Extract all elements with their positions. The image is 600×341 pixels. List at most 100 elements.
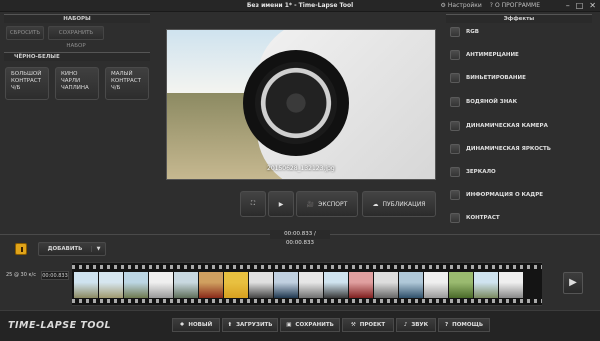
window-controls: – □ ✕ [566, 1, 596, 10]
effect-item[interactable]: ВОДЯНОЙ ЗНАК [450, 96, 580, 108]
frame-thumb[interactable] [399, 272, 423, 298]
scroll-right-button[interactable]: ▶ [563, 272, 583, 294]
about-label: О ПРОГРАММЕ [494, 2, 540, 9]
minimize-icon[interactable]: – [566, 1, 570, 10]
effect-item[interactable]: ДИНАМИЧЕСКАЯ КАМЕРА [450, 120, 580, 132]
frame-thumb[interactable] [499, 272, 523, 298]
sparkle-icon: ✹ [179, 322, 185, 328]
effect-checkbox[interactable] [450, 167, 460, 177]
about-link[interactable]: ? О ПРОГРАММЕ [490, 2, 540, 9]
effect-checkbox[interactable] [450, 213, 460, 223]
add-button[interactable]: ДОБАВИТЬ ▼ [38, 242, 106, 256]
presets-title: НАБОРЫ [4, 14, 150, 23]
effect-checkbox[interactable] [450, 73, 460, 83]
help-label: ПОМОЩЬ [452, 322, 484, 328]
load-label: ЗАГРУЗИТЬ [236, 322, 273, 328]
frame-thumb[interactable] [224, 272, 248, 298]
frame-thumb[interactable] [149, 272, 173, 298]
bw-title: ЧЁРНО-БЕЛЫЕ [4, 52, 150, 61]
play-button[interactable]: ▶ [268, 191, 294, 217]
frame-thumb[interactable] [249, 272, 273, 298]
fps-label: 25 @ 30 к/с [6, 272, 36, 278]
film-holes-top [72, 265, 542, 269]
frame-thumb[interactable] [324, 272, 348, 298]
frame-thumb[interactable] [74, 272, 98, 298]
bw-chaplin-button[interactable]: КИНО ЧАРЛИ ЧАПЛИНА [55, 67, 99, 100]
sound-label: ЗВУК [411, 322, 429, 328]
effect-item[interactable]: ЗЕРКАЛО [450, 166, 580, 178]
effects-title: Эффекты [446, 14, 592, 23]
frame-thumb[interactable] [274, 272, 298, 298]
disk-icon: ▣ [286, 322, 292, 328]
reset-button[interactable]: СБРОСИТЬ [6, 26, 44, 40]
effect-item[interactable]: КОНТРАСТ [450, 212, 580, 224]
frame-thumb[interactable] [424, 272, 448, 298]
add-label: ДОБАВИТЬ [47, 246, 83, 252]
export-button[interactable]: 🎥 ЭКСПОРТ [296, 191, 358, 217]
load-button[interactable]: ⬆ ЗАГРУЗИТЬ [222, 318, 278, 332]
camera-icon: 🎥 [306, 200, 315, 208]
frame-thumb[interactable] [299, 272, 323, 298]
frame-thumb[interactable] [449, 272, 473, 298]
effect-checkbox[interactable] [450, 27, 460, 37]
effect-label: КОНТРАСТ [466, 215, 500, 221]
effect-checkbox[interactable] [450, 190, 460, 200]
title-actions: ⚙ Настройки ? О ПРОГРАММЕ [441, 2, 540, 9]
upload-icon: ⬆ [227, 322, 233, 328]
chevron-down-icon[interactable]: ▼ [91, 246, 105, 252]
sound-button[interactable]: ♪ ЗВУК [396, 318, 436, 332]
settings-link[interactable]: ⚙ Настройки [441, 2, 482, 9]
frame-thumb[interactable] [349, 272, 373, 298]
preview-caption: 20150628_132123.jpg [267, 165, 335, 172]
wrench-icon: ⚒ [350, 322, 356, 328]
marker-icon [21, 247, 23, 252]
fullscreen-button[interactable]: ⛶ [240, 191, 266, 217]
frame-thumb[interactable] [474, 272, 498, 298]
maximize-icon[interactable]: □ [576, 1, 584, 10]
effect-label: RGB [466, 29, 479, 35]
frame-thumb[interactable] [174, 272, 198, 298]
marker-button[interactable] [15, 243, 27, 255]
time-display: 00:00.833 / 00:00.833 [270, 230, 330, 246]
frame-thumb[interactable] [99, 272, 123, 298]
app-logo: TIME-LAPSE TOOL [8, 320, 112, 331]
help-button[interactable]: ? ПОМОЩЬ [438, 318, 490, 332]
effect-checkbox[interactable] [450, 144, 460, 154]
fullscreen-icon: ⛶ [250, 200, 256, 207]
effect-item[interactable]: АНТИМЕРЦАНИЕ [450, 49, 580, 61]
new-button[interactable]: ✹ НОВЫЙ [172, 318, 220, 332]
effect-item[interactable]: ДИНАМИЧЕСКАЯ ЯРКОСТЬ [450, 143, 580, 155]
preview-image: 20150628_132123.jpg [166, 29, 436, 180]
publish-label: ПУБЛИКАЦИЯ [382, 200, 426, 208]
close-icon[interactable]: ✕ [589, 1, 596, 10]
duration-field[interactable]: 00:00.833 [41, 271, 69, 280]
frame-thumb[interactable] [124, 272, 148, 298]
help-icon: ? [444, 322, 449, 328]
bw-low-contrast-button[interactable]: МАЛЫЙ КОНТРАСТ Ч/Б [105, 67, 149, 100]
frames [74, 272, 523, 298]
info-icon: ? [489, 2, 493, 9]
effect-label: ДИНАМИЧЕСКАЯ КАМЕРА [466, 123, 548, 129]
project-button[interactable]: ⚒ ПРОЕКТ [342, 318, 394, 332]
effect-label: ДИНАМИЧЕСКАЯ ЯРКОСТЬ [466, 146, 551, 152]
effect-checkbox[interactable] [450, 50, 460, 60]
film-holes-bottom [72, 299, 542, 303]
save-label: СОХРАНИТЬ [295, 322, 334, 328]
title-bar: Без имени 1* - Time-Lapse Tool ⚙ Настройк… [0, 0, 600, 12]
filmstrip[interactable] [72, 262, 542, 306]
effect-checkbox[interactable] [450, 121, 460, 131]
preview-rim [255, 62, 337, 144]
frame-thumb[interactable] [374, 272, 398, 298]
gear-icon: ⚙ [440, 2, 446, 9]
effect-checkbox[interactable] [450, 97, 460, 107]
frame-thumb[interactable] [199, 272, 223, 298]
effect-item[interactable]: RGB [450, 26, 580, 38]
music-icon: ♪ [403, 322, 408, 328]
publish-button[interactable]: ☁ ПУБЛИКАЦИЯ [362, 191, 436, 217]
save-preset-button[interactable]: СОХРАНИТЬ НАБОР [48, 26, 104, 49]
settings-label: Настройки [447, 2, 482, 9]
bw-high-contrast-button[interactable]: БОЛЬШОЙ КОНТРАСТ Ч/Б [5, 67, 49, 100]
effect-item[interactable]: ВИНЬЕТИРОВАНИЕ [450, 72, 580, 84]
effect-item[interactable]: ИНФОРМАЦИЯ О КАДРЕ [450, 189, 580, 201]
save-button[interactable]: ▣ СОХРАНИТЬ [280, 318, 340, 332]
